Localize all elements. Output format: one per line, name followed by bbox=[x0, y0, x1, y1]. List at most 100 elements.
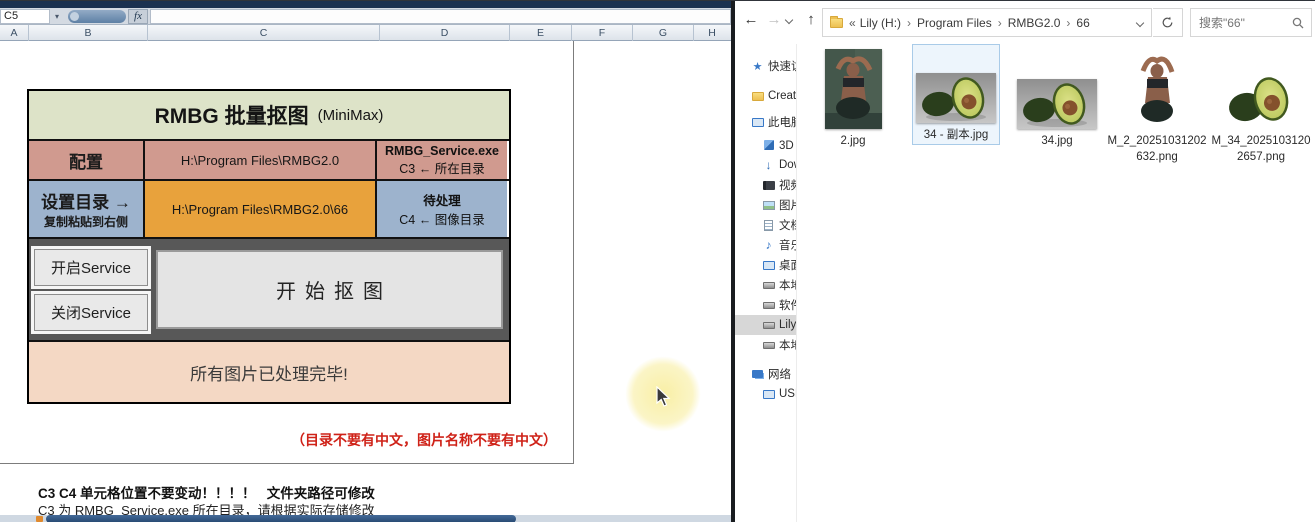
config-note-cell[interactable]: RMBG_Service.exe C3 ← 所在目录 bbox=[377, 141, 507, 179]
formula-bar-row: C5 ▾ fx bbox=[0, 8, 731, 25]
explorer-body: ★ 快速访问 Creat 此电脑 3D 对象 ↓ Dow bbox=[735, 44, 1315, 522]
file-item-2jpg[interactable]: 2.jpg bbox=[823, 44, 883, 150]
sidebar-item-this-pc[interactable]: 此电脑 bbox=[735, 112, 796, 132]
insert-function-button[interactable]: fx bbox=[128, 9, 148, 24]
sidebar-item-downloads[interactable]: ↓ Dow bbox=[735, 155, 796, 175]
back-button[interactable]: ← bbox=[741, 11, 761, 28]
sidebar-label: 音乐 bbox=[779, 237, 796, 253]
sidebar-item-desktop[interactable]: 桌面 bbox=[735, 255, 796, 275]
sidebar-item-3d-objects[interactable]: 3D 对象 bbox=[735, 135, 796, 155]
page-break-horizontal bbox=[0, 463, 574, 464]
config-label: 配置 bbox=[69, 148, 103, 173]
status-message: 所有图片已处理完毕! bbox=[190, 360, 348, 385]
config-label-cell[interactable]: 配置 bbox=[29, 141, 145, 179]
column-header-g[interactable]: G bbox=[633, 25, 694, 41]
set-dir-label-cell[interactable]: 设置目录 → 复制粘贴到右侧 bbox=[29, 181, 145, 237]
file-name: M_34_20251031202657.png bbox=[1211, 134, 1311, 165]
column-header-e[interactable]: E bbox=[510, 25, 572, 41]
excel-title-strip bbox=[0, 1, 731, 8]
cutout-person-thumbnail bbox=[1137, 49, 1177, 129]
column-header-c[interactable]: C bbox=[148, 25, 380, 41]
config-row: 配置 H:\Program Files\RMBG2.0 RMBG_Service… bbox=[29, 141, 509, 181]
refresh-button[interactable] bbox=[1153, 8, 1183, 37]
search-box[interactable] bbox=[1190, 8, 1312, 37]
sidebar-item-software-disk[interactable]: 软件 bbox=[735, 295, 796, 315]
file-item-m2-png[interactable]: M_2_20251031202632.png bbox=[1107, 44, 1207, 165]
folder-icon bbox=[830, 18, 843, 28]
breadcrumb-item-drive[interactable]: Lily (H:) bbox=[858, 16, 903, 30]
column-headers: A B C D E F G H bbox=[0, 25, 731, 41]
search-icon bbox=[1292, 17, 1304, 29]
file-item-34jpg[interactable]: 34.jpg bbox=[1012, 44, 1102, 150]
panel-title-row: RMBG 批量抠图 (MiniMax) bbox=[29, 91, 509, 141]
disk-icon bbox=[762, 279, 775, 291]
address-dropdown[interactable] bbox=[1129, 20, 1151, 26]
red-warning-note: （目录不要有中文，图片名称不要有中文） bbox=[27, 430, 557, 450]
sidebar-label: 快速访问 bbox=[768, 58, 796, 74]
directory-row: 设置目录 → 复制粘贴到右侧 H:\Program Files\RMBG2.0\… bbox=[29, 181, 509, 239]
sidebar-label: 本地 bbox=[779, 337, 796, 353]
rmbg-panel-table: RMBG 批量抠图 (MiniMax) 配置 H:\Program Files\… bbox=[27, 89, 511, 404]
column-header-f[interactable]: F bbox=[572, 25, 633, 41]
sidebar-item-network[interactable]: 网络 bbox=[735, 364, 796, 384]
formula-input[interactable] bbox=[150, 9, 731, 24]
sidebar-item-local-disk-1[interactable]: 本地 bbox=[735, 275, 796, 295]
usb-monitor-icon bbox=[762, 388, 775, 400]
desktop-icon bbox=[762, 259, 775, 271]
sidebar-label: USE bbox=[779, 388, 796, 400]
search-input[interactable] bbox=[1191, 16, 1292, 30]
file-item-34-copy-jpg-selected[interactable]: 34 - 副本.jpg bbox=[912, 44, 1000, 145]
sidebar-item-music[interactable]: ♪ 音乐 bbox=[735, 235, 796, 255]
sidebar-item-creative-cloud[interactable]: Creat bbox=[735, 86, 796, 106]
excel-window: C5 ▾ fx A B C D E F G H RMBG 批量抠图 (MiniM… bbox=[0, 1, 731, 522]
photo-person-thumbnail bbox=[825, 49, 882, 129]
column-header-a[interactable]: A bbox=[0, 25, 29, 41]
status-row: 所有图片已处理完毕! bbox=[29, 342, 509, 402]
file-item-m34-png[interactable]: M_34_20251031202657.png bbox=[1211, 44, 1311, 165]
breadcrumb-prefix: « bbox=[849, 16, 858, 30]
download-arrow-icon: ↓ bbox=[762, 159, 775, 171]
sidebar-item-documents[interactable]: 文档 bbox=[735, 215, 796, 235]
sidebar-item-local-disk-2[interactable]: 本地 bbox=[735, 335, 796, 355]
service-path-cell[interactable]: H:\Program Files\RMBG2.0 bbox=[145, 141, 377, 179]
column-header-b[interactable]: B bbox=[29, 25, 148, 41]
forward-button[interactable]: → bbox=[764, 11, 784, 28]
sidebar-label: Dow bbox=[779, 159, 796, 171]
service-exe-note: RMBG_Service.exe bbox=[385, 144, 499, 158]
column-header-h[interactable]: H bbox=[694, 25, 730, 41]
horizontal-scrollbar[interactable] bbox=[0, 515, 731, 522]
start-matting-button[interactable]: 开始抠图 bbox=[156, 250, 503, 329]
sidebar-item-pictures[interactable]: 图片 bbox=[735, 195, 796, 215]
up-button[interactable]: ↑ bbox=[801, 11, 821, 28]
dir-note-cell[interactable]: 待处理 C4 ← 图像目录 bbox=[377, 181, 507, 237]
document-icon bbox=[762, 219, 775, 231]
cell-name-box[interactable]: C5 bbox=[0, 9, 50, 24]
sidebar-item-videos[interactable]: 视频 bbox=[735, 175, 796, 195]
breadcrumb-separator: › bbox=[994, 16, 1006, 30]
breadcrumb-item-66[interactable]: 66 bbox=[1074, 16, 1091, 30]
address-bar[interactable]: « Lily (H:) › Program Files › RMBG2.0 › … bbox=[822, 8, 1152, 37]
sidebar-item-quick-access[interactable]: ★ 快速访问 bbox=[735, 56, 796, 76]
scrollbar-thumb[interactable] bbox=[46, 515, 516, 522]
name-box-dropdown-icon[interactable]: ▾ bbox=[50, 9, 64, 24]
column-header-d[interactable]: D bbox=[380, 25, 510, 41]
close-service-button[interactable]: 关闭Service bbox=[34, 294, 148, 331]
sidebar-label: Creat bbox=[768, 90, 796, 102]
history-chevron-icon[interactable] bbox=[785, 16, 793, 24]
breadcrumb-item-rmbg[interactable]: RMBG2.0 bbox=[1006, 16, 1063, 30]
formula-bar-pill bbox=[68, 10, 126, 23]
sidebar-label: 文档 bbox=[779, 217, 796, 233]
breadcrumb-item-program-files[interactable]: Program Files bbox=[915, 16, 994, 30]
sidebar-item-lily-drive[interactable]: Lily bbox=[735, 315, 796, 335]
screen: C5 ▾ fx A B C D E F G H RMBG 批量抠图 (MiniM… bbox=[0, 0, 1315, 522]
sidebar-item-usb[interactable]: USE bbox=[735, 384, 796, 404]
folder-icon bbox=[751, 90, 764, 102]
video-icon bbox=[762, 179, 775, 191]
sidebar-label: 桌面 bbox=[779, 257, 796, 273]
sidebar-label: 网络 bbox=[768, 366, 791, 382]
action-row: 开启Service 关闭Service 开始抠图 bbox=[29, 239, 509, 342]
image-dir-path-cell[interactable]: H:\Program Files\RMBG2.0\66 bbox=[145, 181, 377, 237]
file-explorer-window: ← → ↑ « Lily (H:) › Program Files › RMBG… bbox=[735, 1, 1315, 522]
open-service-button[interactable]: 开启Service bbox=[34, 249, 148, 286]
sidebar-label: 软件 bbox=[779, 297, 796, 313]
